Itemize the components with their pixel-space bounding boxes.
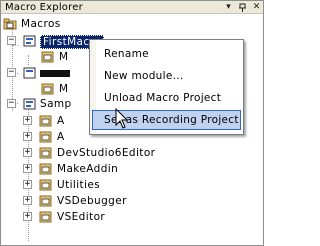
tree-item-label: VSDebugger: [57, 195, 127, 207]
pin-icon: [239, 3, 246, 12]
expand-icon[interactable]: +: [23, 164, 32, 173]
expand-icon[interactable]: +: [23, 212, 32, 221]
expand-icon[interactable]: +: [23, 180, 32, 189]
menu-item-rename[interactable]: Rename: [92, 44, 241, 64]
project-icon: [23, 35, 36, 47]
module-icon: [39, 211, 52, 223]
tree-item-sample-module[interactable]: + DevStudio6Editor: [23, 145, 223, 161]
project-icon: [23, 67, 36, 79]
tree-item-label: Samp: [40, 98, 72, 110]
tree-item-project[interactable]: −: [7, 65, 97, 81]
tree-item-samples[interactable]: − Samp: [7, 96, 97, 112]
tree-item-sample-module[interactable]: + VSEditor: [23, 209, 223, 225]
tree-item-label: A: [57, 131, 65, 143]
expand-icon[interactable]: +: [23, 132, 32, 141]
collapse-icon[interactable]: −: [7, 68, 16, 77]
menu-item-new-module[interactable]: New module...: [92, 66, 241, 86]
tree-item-label: M: [59, 51, 69, 63]
tree-item-module[interactable]: M: [23, 81, 93, 97]
module-icon: [41, 51, 54, 63]
expand-icon[interactable]: +: [23, 116, 32, 125]
title-bar: Macro Explorer ▾ ✕: [1, 1, 263, 14]
context-menu: Rename New module... Unload Macro Projec…: [89, 39, 244, 135]
tree-item-sample-module[interactable]: + Utilities: [23, 177, 223, 193]
project-icon: [23, 98, 36, 110]
macros-folder-icon: [3, 18, 17, 30]
tree-item-label: VSEditor: [57, 211, 106, 223]
tree-item-label: M: [59, 83, 69, 95]
macro-explorer-window: Macro Explorer ▾ ✕ Macros − FirstMacro M…: [0, 0, 264, 246]
module-icon: [39, 147, 52, 159]
module-icon: [39, 179, 52, 191]
module-icon: [39, 131, 52, 143]
tree-root-label: Macros: [21, 18, 61, 30]
collapse-icon[interactable]: −: [7, 99, 16, 108]
tree-item-module[interactable]: M: [23, 49, 93, 65]
module-icon: [41, 83, 54, 95]
module-icon: [39, 115, 52, 127]
module-icon: [39, 195, 52, 207]
expand-icon[interactable]: +: [23, 196, 32, 205]
redacted-label: [40, 70, 70, 77]
tree-root[interactable]: Macros: [3, 16, 103, 32]
dropdown-button[interactable]: ▾: [223, 1, 234, 14]
tree-item-label: MakeAddin: [57, 163, 119, 175]
pin-button[interactable]: [237, 1, 248, 14]
tree-item-label: DevStudio6Editor: [57, 147, 156, 159]
tree-item-sample-module[interactable]: + MakeAddin: [23, 161, 223, 177]
mouse-pointer-icon: [115, 108, 129, 129]
menu-item-unload-project[interactable]: Unload Macro Project: [92, 88, 241, 108]
tree-item-label: Utilities: [57, 179, 101, 191]
module-icon: [39, 163, 52, 175]
collapse-icon[interactable]: −: [7, 36, 16, 45]
expand-icon[interactable]: +: [23, 148, 32, 157]
close-button[interactable]: ✕: [251, 1, 262, 14]
tree-item-label: A: [57, 115, 65, 127]
tree-item-sample-module[interactable]: + VSDebugger: [23, 193, 223, 209]
window-title: Macro Explorer: [5, 2, 83, 13]
